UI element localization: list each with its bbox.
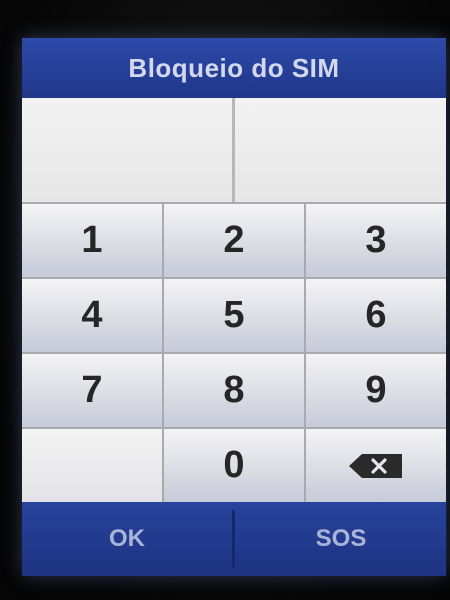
softkey-divider (232, 510, 235, 568)
key-4[interactable]: 4 (22, 279, 162, 352)
key-blank (22, 429, 162, 502)
softkey-bar: OK SOS (22, 502, 446, 576)
pin-input[interactable] (22, 98, 235, 202)
phone-screen: Bloqueio do SIM 1 2 3 4 5 6 7 8 9 0 OK S… (22, 38, 446, 576)
backspace-key[interactable] (306, 429, 446, 502)
ok-button[interactable]: OK (22, 502, 232, 576)
key-1[interactable]: 1 (22, 204, 162, 277)
key-8[interactable]: 8 (164, 354, 304, 427)
key-0[interactable]: 0 (164, 429, 304, 502)
key-5[interactable]: 5 (164, 279, 304, 352)
sos-button[interactable]: SOS (236, 502, 446, 576)
phone-bezel: Bloqueio do SIM 1 2 3 4 5 6 7 8 9 0 OK S… (0, 0, 450, 600)
key-3[interactable]: 3 (306, 204, 446, 277)
page-title: Bloqueio do SIM (22, 38, 446, 98)
backspace-icon (348, 453, 404, 479)
key-6[interactable]: 6 (306, 279, 446, 352)
numeric-keypad: 1 2 3 4 5 6 7 8 9 0 (22, 202, 446, 502)
key-9[interactable]: 9 (306, 354, 446, 427)
pin-input-extension (235, 98, 446, 202)
key-7[interactable]: 7 (22, 354, 162, 427)
key-2[interactable]: 2 (164, 204, 304, 277)
pin-entry-row (22, 98, 446, 202)
